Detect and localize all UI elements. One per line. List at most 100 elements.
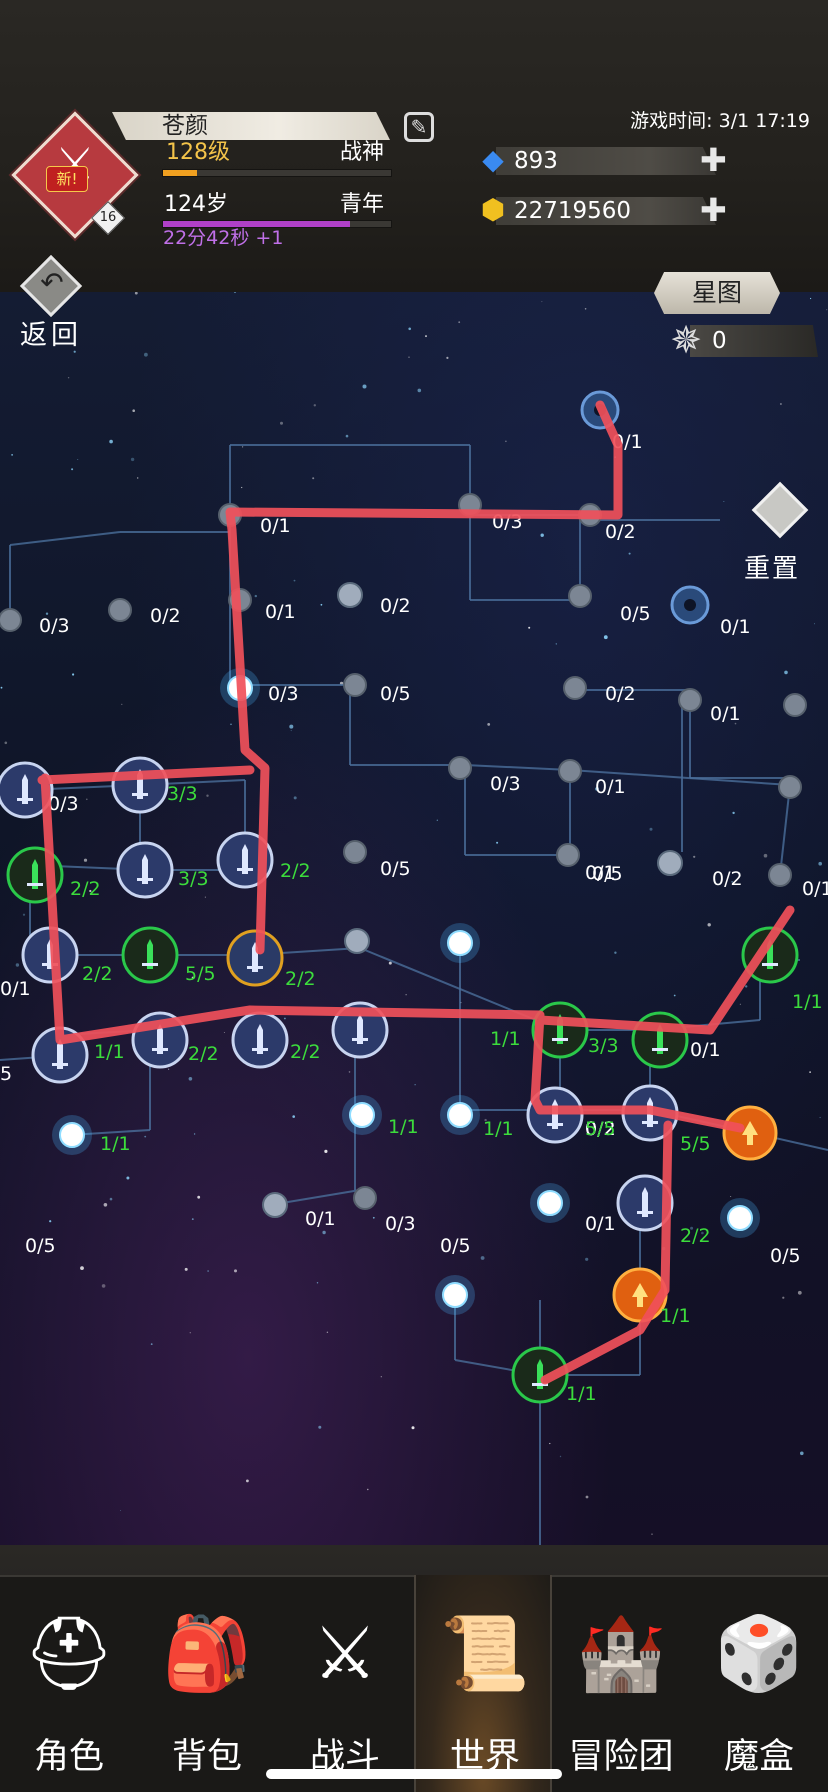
map-node[interactable] [349, 1102, 375, 1128]
map-node[interactable] [678, 688, 702, 712]
star-node-icon[interactable] [337, 582, 363, 608]
background-star [324, 1149, 328, 1153]
magic-box-icon: 🎲 [714, 1611, 804, 1695]
map-node[interactable] [556, 843, 580, 867]
star-map[interactable]: 0/1 0/1 0/2 0/3 0/1 0/2 0/3 0/2 0/5 0/1 0/3 0/5 0/2 0… [0, 292, 828, 1545]
gems-row: ◆ 893 ✚ [478, 143, 728, 176]
node-count-label: 0/1 [0, 978, 31, 1000]
map-node[interactable] [778, 775, 802, 799]
helmet-icon: ⛑ [23, 1611, 115, 1695]
background-star [168, 1068, 170, 1070]
node-count-label: 0/1 [585, 1213, 616, 1235]
background-star [584, 308, 587, 310]
map-node[interactable] [447, 1102, 473, 1128]
node-count-label: 0/1 [802, 878, 828, 900]
nav-adventure-team[interactable]: 🏰 冒险团 [552, 1575, 690, 1792]
star-node-icon[interactable] [657, 850, 683, 876]
header: ⚔ 新! 16 苍颜 ✎ 128级 战神 124岁 青年 22分42秒 +1 游… [0, 0, 828, 292]
node-count-label: 0/1 [260, 515, 291, 537]
node-count-label: 1/1 [94, 1041, 125, 1063]
node-count-label: 5 [0, 1063, 12, 1085]
map-node[interactable] [0, 608, 22, 632]
scroll-icon: 📜 [440, 1611, 530, 1695]
node-count-label: 0/3 [268, 683, 299, 705]
background-star [137, 477, 139, 479]
map-node[interactable] [727, 1205, 753, 1231]
sword-guard [252, 1048, 268, 1051]
background-star [628, 552, 631, 555]
map-node[interactable] [353, 1186, 377, 1210]
nav-battle[interactable]: ⚔ 战斗 [276, 1575, 414, 1792]
blue-gem-icon: ◆ [482, 143, 504, 176]
background-star [193, 1133, 196, 1135]
node-count-label: 0/2 [605, 683, 636, 705]
background-star [77, 459, 79, 460]
sword-shield-icon: ⚔ [312, 1611, 378, 1695]
node-count-label: 2/2 [70, 878, 101, 900]
background-star [233, 292, 237, 294]
background-star [425, 335, 427, 338]
sword-guard [762, 963, 778, 966]
sword-guard [642, 1121, 658, 1124]
node-count-label: 5/5 [680, 1133, 711, 1155]
edit-name-button[interactable]: ✎ [404, 112, 434, 142]
background-star [732, 811, 735, 815]
sword-guard [137, 878, 153, 881]
background-star [614, 951, 617, 954]
background-star [223, 1032, 225, 1033]
map-node[interactable] [447, 930, 473, 956]
reset-button[interactable] [740, 481, 820, 550]
background-star [230, 723, 232, 726]
background-star [316, 1282, 319, 1284]
link-line [464, 764, 571, 771]
map-node[interactable] [768, 863, 792, 887]
background-star [707, 923, 711, 927]
map-node[interactable] [783, 693, 807, 717]
add-gold-button[interactable]: ✚ [700, 194, 727, 226]
background-star [739, 1003, 741, 1005]
map-node[interactable] [343, 673, 367, 697]
background-star [293, 579, 296, 582]
nav-adventure-team-label: 冒险团 [568, 1737, 674, 1777]
star-node-icon[interactable] [262, 1192, 288, 1218]
background-star [540, 533, 544, 537]
star-chart-button[interactable]: 星图 [654, 272, 780, 314]
background-star [362, 384, 367, 389]
node-count-label: 0/3 [48, 793, 79, 815]
node-count-label: 2/2 [290, 1041, 321, 1063]
nav-magic-box[interactable]: 🎲 魔盒 [690, 1575, 828, 1792]
background-star [197, 1195, 201, 1199]
new-badge: 新! [46, 166, 88, 192]
sword-guard [27, 883, 43, 886]
map-node[interactable] [448, 756, 472, 780]
map-node[interactable] [563, 676, 587, 700]
background-star [555, 643, 557, 645]
background-star [372, 1216, 375, 1219]
add-gems-button[interactable]: ✚ [700, 144, 727, 176]
node-count-label: 0/1 [710, 703, 741, 725]
map-node[interactable] [442, 1282, 468, 1308]
background-star [126, 1176, 130, 1180]
background-star [819, 1116, 821, 1119]
node-count-label: 0/5 [380, 858, 411, 880]
node-count-label: 0/5 [25, 1235, 56, 1257]
age-timer: 22分42秒 +1 [163, 227, 284, 249]
nav-character[interactable]: ⛑ 角色 [0, 1575, 138, 1792]
map-node[interactable] [59, 1122, 85, 1148]
map-node[interactable] [343, 840, 367, 864]
background-star [103, 1203, 108, 1207]
star-count: 0 [712, 328, 727, 354]
map-node[interactable] [108, 598, 132, 622]
star-node-icon[interactable] [344, 928, 370, 954]
skill-tree-canvas: 0/1 0/1 0/2 0/3 0/1 0/2 0/3 0/2 0/5 0/1 0/3 0/5 0/2 0… [0, 292, 828, 1545]
nav-backpack[interactable]: 🎒 背包 [138, 1575, 276, 1792]
nav-world[interactable]: 📜 世界 [414, 1575, 552, 1792]
map-node[interactable] [558, 759, 582, 783]
background-star [254, 594, 257, 598]
background-star [348, 1071, 351, 1073]
map-node[interactable] [537, 1190, 563, 1216]
background-star [549, 1442, 551, 1445]
background-star [730, 1196, 732, 1197]
map-node[interactable] [568, 584, 592, 608]
node-count-label: 0/1 [690, 1039, 721, 1061]
